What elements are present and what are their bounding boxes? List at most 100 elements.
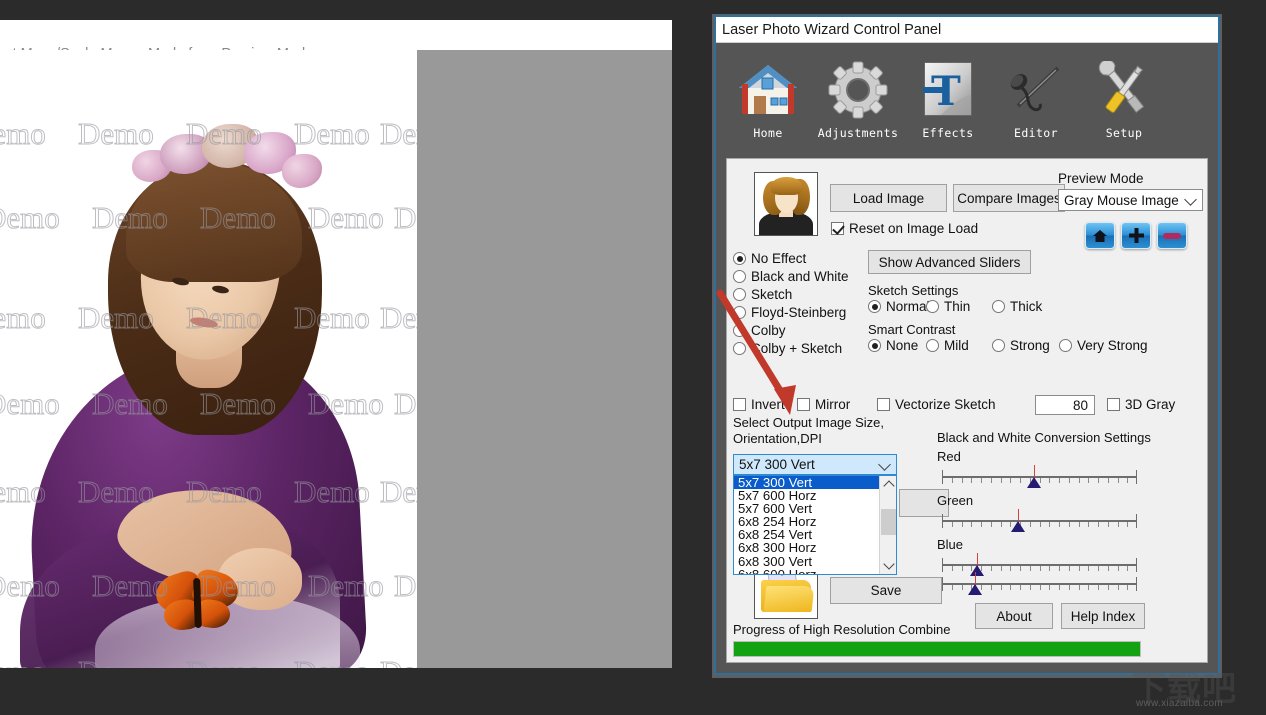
scroll-down-arrow-icon[interactable] (880, 557, 897, 574)
output-size-dropdown-list[interactable]: 5x7 300 Vert 5x7 600 Horz 5x7 600 Vert 6x8 … (733, 475, 897, 575)
scroll-up-arrow-icon[interactable] (880, 476, 897, 493)
dropdown-scrollbar[interactable] (879, 476, 896, 574)
effect-radio-floyd-steinberg[interactable]: Floyd-Steinberg (733, 305, 846, 320)
scrollbar-thumb[interactable] (881, 509, 896, 535)
slider-thumb[interactable] (1026, 477, 1041, 488)
slider-tick (1078, 522, 1080, 527)
preview-photo[interactable]: DemoDemoDemoDemoDemoDemoDemoDemoDemoDemo… (0, 50, 417, 668)
radio-dot (868, 300, 881, 313)
preview-window-titlebar: elect Move/Scale Mouse Mode from Preview… (0, 20, 672, 62)
contrast-radio-mild[interactable]: Mild (926, 338, 969, 353)
slider-thumb[interactable] (1011, 521, 1026, 532)
save-button[interactable]: Save (830, 577, 942, 604)
preview-canvas[interactable]: DemoDemoDemoDemoDemoDemoDemoDemoDemoDemo… (0, 50, 672, 668)
butterfly (150, 566, 246, 638)
effect-label: Colby + Sketch (751, 341, 843, 356)
toolbar-item-effects[interactable]: T Effects (904, 55, 992, 140)
bw-settings-label: Black and White Conversion Settings (937, 430, 1151, 445)
output-size-label-line1: Select Output Image Size, (733, 415, 885, 430)
radio-dot (733, 288, 746, 301)
slider-tick (1039, 522, 1041, 527)
progress-bar-fill (734, 642, 1140, 656)
threshold-input[interactable]: 80 (1035, 395, 1095, 415)
progress-bar (733, 641, 1141, 657)
output-size-value: 5x7 300 Vert (739, 457, 815, 472)
contrast-option-label: Very Strong (1077, 338, 1148, 353)
slider-tick (981, 522, 982, 527)
slider-tick (961, 522, 963, 527)
preview-mode-select[interactable]: Gray Mouse Image (1058, 189, 1203, 211)
toolbar-item-setup[interactable]: Setup (1080, 55, 1168, 140)
slider-tick (1049, 478, 1051, 483)
effect-radio-colby[interactable]: Colby (733, 323, 786, 338)
output-size-select[interactable]: 5x7 300 Vert (733, 454, 897, 475)
sketch-option-label: Thick (1010, 299, 1043, 314)
effect-radio-colby-sketch[interactable]: Colby + Sketch (733, 341, 842, 356)
slider-tick (1117, 585, 1119, 590)
load-image-button[interactable]: Load Image (830, 184, 947, 212)
preview-mode-label: Preview Mode (1058, 171, 1144, 186)
contrast-radio-none[interactable]: None (868, 338, 918, 353)
nav-zoom-in-button[interactable] (1121, 222, 1151, 249)
nav-home-button[interactable] (1085, 222, 1115, 249)
radio-dot (1059, 339, 1072, 352)
slider-tick (1107, 522, 1109, 527)
effect-radio-sketch[interactable]: Sketch (733, 287, 792, 302)
green-slider[interactable] (942, 508, 1137, 536)
slider-tick (1068, 585, 1070, 590)
toolbar-item-home[interactable]: Home (724, 55, 812, 140)
radio-dot (868, 339, 881, 352)
help-index-button[interactable]: Help Index (1061, 603, 1145, 629)
slider-tick (1010, 478, 1012, 483)
slider-tick (961, 585, 963, 590)
reset-on-image-load-checkbox[interactable]: Reset on Image Load (831, 221, 978, 236)
dropdown-options[interactable]: 5x7 300 Vert 5x7 600 Horz 5x7 600 Vert 6x8 … (734, 476, 879, 574)
chevron-down-icon (1184, 193, 1197, 206)
photo-subject-illustration (0, 50, 417, 668)
three-d-gray-checkbox[interactable]: 3D Gray (1107, 397, 1175, 412)
radio-dot (733, 342, 746, 355)
slider-tick (1136, 514, 1137, 528)
sketch-radio-normal[interactable]: Normal (868, 299, 930, 314)
red-slider[interactable] (942, 464, 1137, 492)
slider-label-green: Green (937, 493, 974, 508)
vectorize-sketch-checkbox[interactable]: Vectorize Sketch (877, 397, 996, 412)
slider-tick (1078, 478, 1080, 483)
radio-dot (926, 300, 939, 313)
slider-tick (951, 585, 953, 590)
contrast-radio-very-strong[interactable]: Very Strong (1059, 338, 1148, 353)
compare-images-button[interactable]: Compare Images (953, 184, 1065, 212)
slider-tick (1127, 522, 1129, 527)
slider-tick (1098, 478, 1099, 483)
contrast-radio-strong[interactable]: Strong (992, 338, 1050, 353)
show-advanced-sliders-button[interactable]: Show Advanced Sliders (868, 250, 1031, 274)
dropdown-option[interactable]: 6x8 300 Vert (734, 554, 879, 567)
image-thumbnail[interactable] (754, 172, 818, 236)
mirror-checkbox[interactable]: Mirror (797, 397, 850, 412)
slider-thumb[interactable] (968, 584, 983, 595)
slider-tick (1127, 585, 1129, 590)
dropdown-option[interactable]: 6x8 300 Horz (734, 541, 879, 554)
sketch-radio-thick[interactable]: Thick (992, 299, 1042, 314)
toolbar-item-adjustments[interactable]: Adjustments (814, 55, 902, 140)
vectorize-label: Vectorize Sketch (895, 397, 996, 412)
invert-checkbox[interactable]: Invert (733, 397, 785, 412)
slider-label-red: Red (937, 449, 961, 464)
effect-radio-no-effect[interactable]: No Effect (733, 251, 806, 266)
minus-icon (1163, 232, 1181, 239)
effect-radio-black-and-white[interactable]: Black and White (733, 269, 849, 284)
dropdown-option[interactable]: 6x8 600 Horz (734, 568, 879, 574)
slider-tick (1068, 522, 1070, 527)
extra-slider[interactable] (942, 571, 1137, 599)
slider-tick (971, 478, 973, 483)
preview-window: elect Move/Scale Mouse Mode from Preview… (0, 20, 672, 668)
nav-zoom-out-button[interactable] (1157, 222, 1187, 249)
toolbar-item-editor[interactable]: Editor (992, 55, 1080, 140)
flower-crown (132, 120, 322, 200)
slider-tick (1088, 478, 1090, 483)
control-panel-title: Laser Photo Wizard Control Panel (722, 22, 942, 38)
slider-tick (1136, 558, 1137, 572)
about-button[interactable]: About (975, 603, 1053, 629)
slider-tick (1098, 522, 1099, 527)
sketch-radio-thin[interactable]: Thin (926, 299, 970, 314)
